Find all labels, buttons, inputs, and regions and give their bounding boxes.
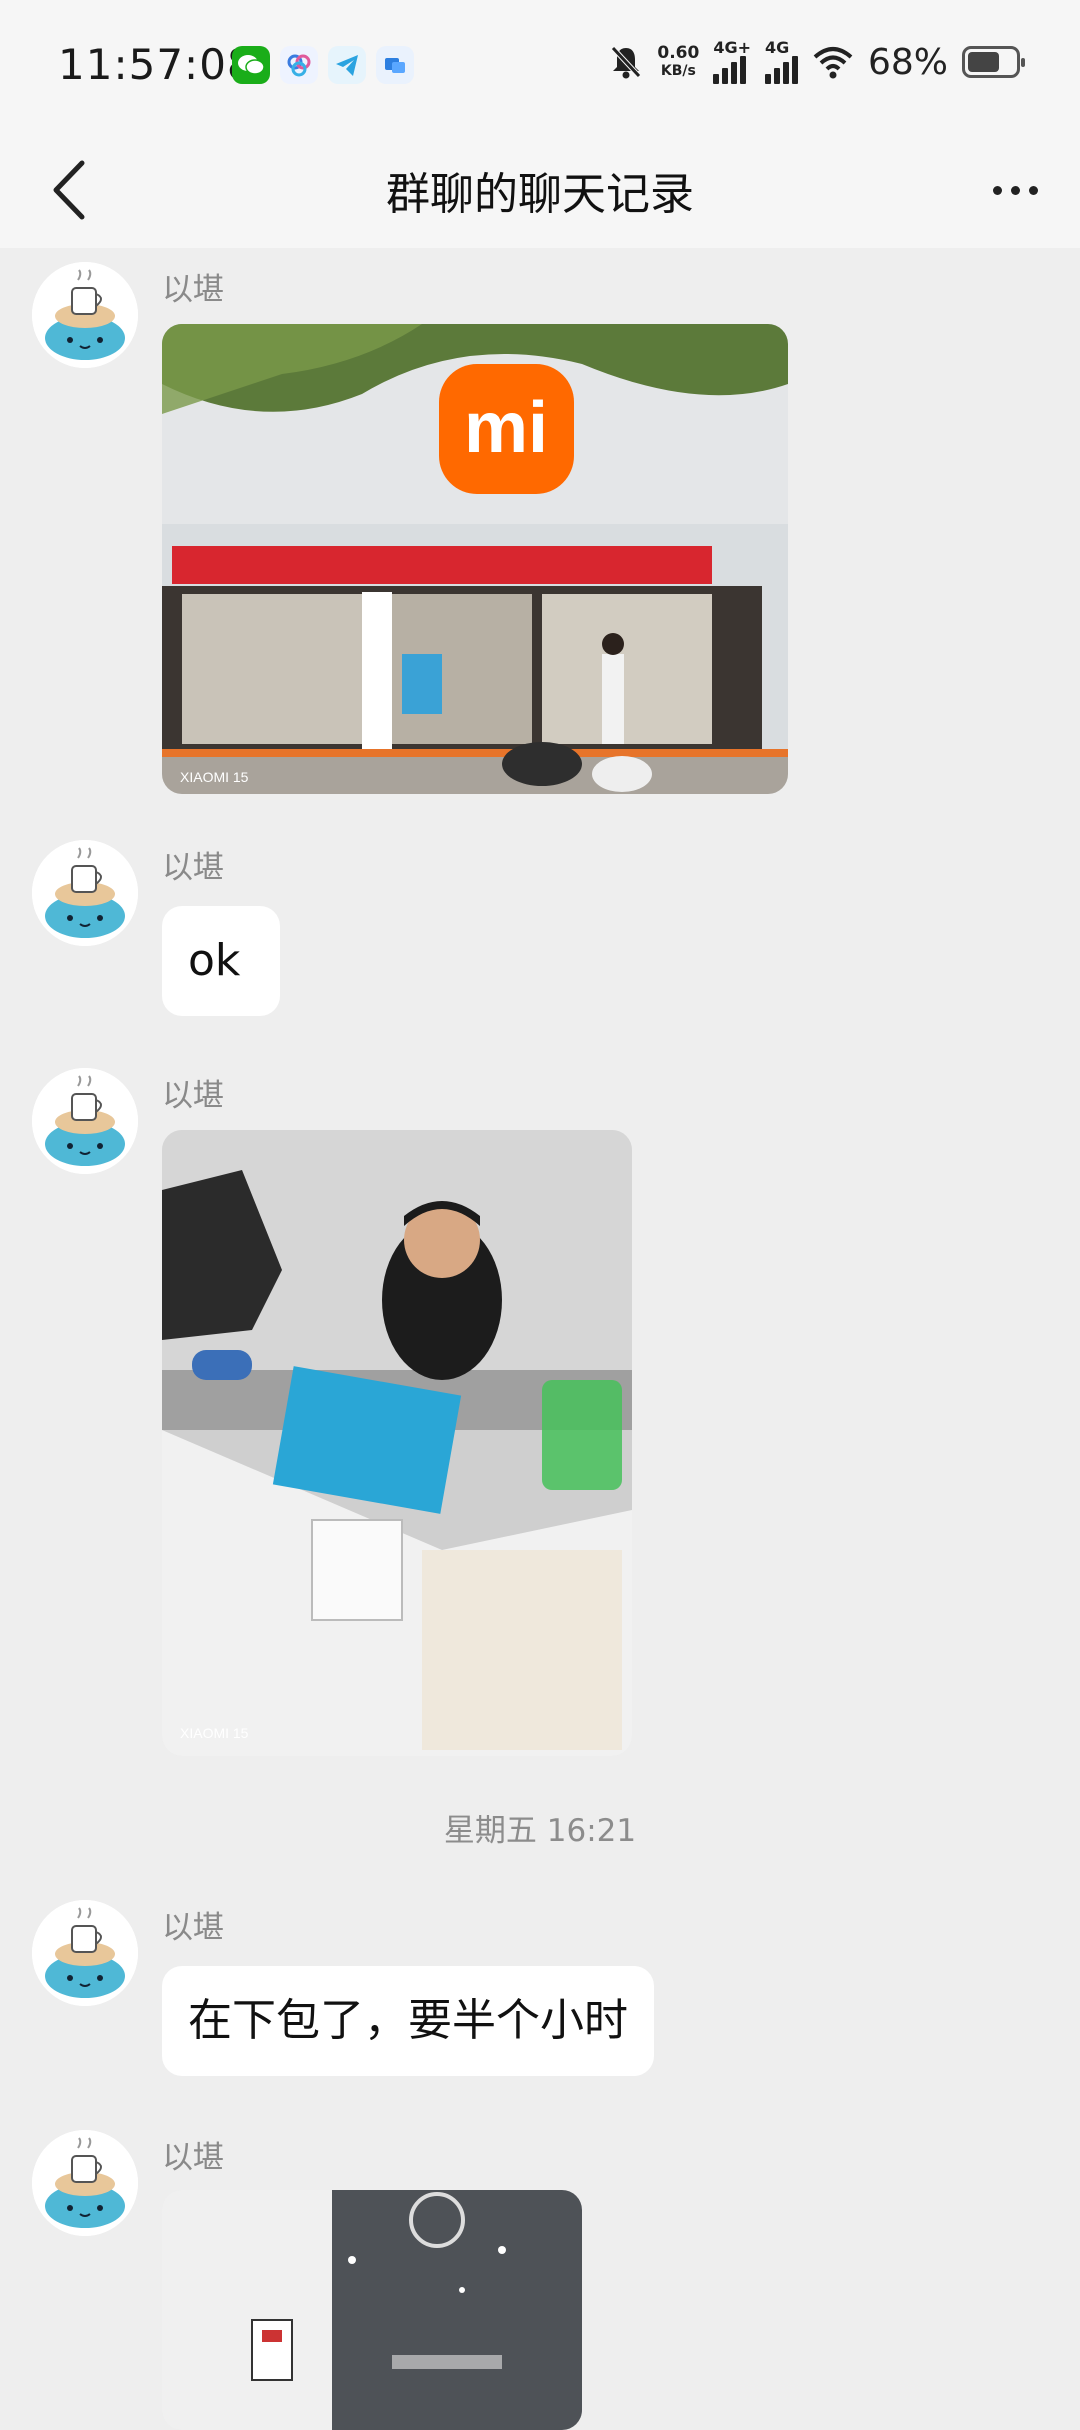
- repair-desk-photo: XIAOMI 15: [162, 1130, 632, 1756]
- avatar[interactable]: [32, 840, 138, 946]
- network-speed: 0.60 KB/s: [657, 44, 699, 80]
- sim2-label: 4G: [764, 38, 790, 57]
- status-right: 0.60 KB/s 4G+ 4G 68%: [609, 38, 1025, 84]
- mute-bell-icon: [611, 46, 642, 79]
- photo-watermark: XIAOMI 15: [180, 1725, 249, 1741]
- signal-bars-icon: [713, 56, 751, 84]
- avatar[interactable]: [32, 2130, 138, 2236]
- chat-header: 群聊的聊天记录: [0, 130, 1080, 248]
- battery-icon: [962, 46, 1025, 78]
- avatar-mascot-icon: [32, 1068, 138, 1174]
- telegram-icon: [328, 46, 366, 84]
- avatar[interactable]: [32, 1068, 138, 1174]
- dot: [992, 185, 1002, 195]
- timestamp: 星期五 16:21: [443, 1813, 637, 1849]
- sender-name: 以堪: [162, 2140, 224, 2176]
- image-message[interactable]: [162, 2190, 582, 2430]
- speed-value: 0.60: [657, 43, 700, 63]
- message-bubble[interactable]: 在下包了，要半个小时: [162, 1966, 654, 2076]
- mi-logo-text: mi: [464, 388, 548, 468]
- avatar-mascot-icon: [32, 1900, 138, 2006]
- signal-sim2: 4G: [764, 38, 798, 84]
- sim1-label: 4G+: [713, 38, 751, 57]
- wifi-icon: [813, 47, 853, 79]
- avatar[interactable]: [32, 1900, 138, 2006]
- sender-name: 以堪: [162, 1078, 224, 1114]
- app-icon-blue: [280, 46, 318, 84]
- sender-name: 以堪: [162, 1910, 224, 1946]
- dot: [1028, 185, 1038, 195]
- image-message[interactable]: mi XIAOMI 15: [162, 324, 788, 794]
- status-bar: 11:57:08 0.60 KB/s 4G+ 4G 68%: [0, 0, 1080, 130]
- photo-watermark: XIAOMI 15: [180, 769, 249, 785]
- dot: [1010, 185, 1020, 195]
- service-center-photo: [162, 2190, 582, 2430]
- avatar[interactable]: [32, 262, 138, 368]
- signal-bars-icon: [764, 56, 798, 84]
- image-message[interactable]: XIAOMI 15: [162, 1130, 632, 1756]
- sender-name: 以堪: [162, 272, 224, 308]
- avatar-mascot-icon: [32, 262, 138, 368]
- notification-icons: [232, 46, 414, 84]
- message-bubble[interactable]: ok: [162, 906, 280, 1016]
- speed-unit: KB/s: [660, 63, 696, 79]
- battery-percent: 68%: [867, 41, 948, 83]
- avatar-mascot-icon: [32, 840, 138, 946]
- sender-name: 以堪: [162, 850, 224, 886]
- more-options-button[interactable]: [970, 150, 1060, 230]
- avatar-mascot-icon: [32, 2130, 138, 2236]
- signal-sim1: 4G+: [713, 40, 751, 84]
- storefront-photo: mi XIAOMI 15: [162, 324, 788, 794]
- page-title: 群聊的聊天记录: [386, 169, 694, 220]
- wechat-icon: [232, 46, 270, 84]
- battery-level: [968, 52, 999, 72]
- app-icon-square: [376, 46, 414, 84]
- status-time: 11:57:08: [58, 40, 255, 89]
